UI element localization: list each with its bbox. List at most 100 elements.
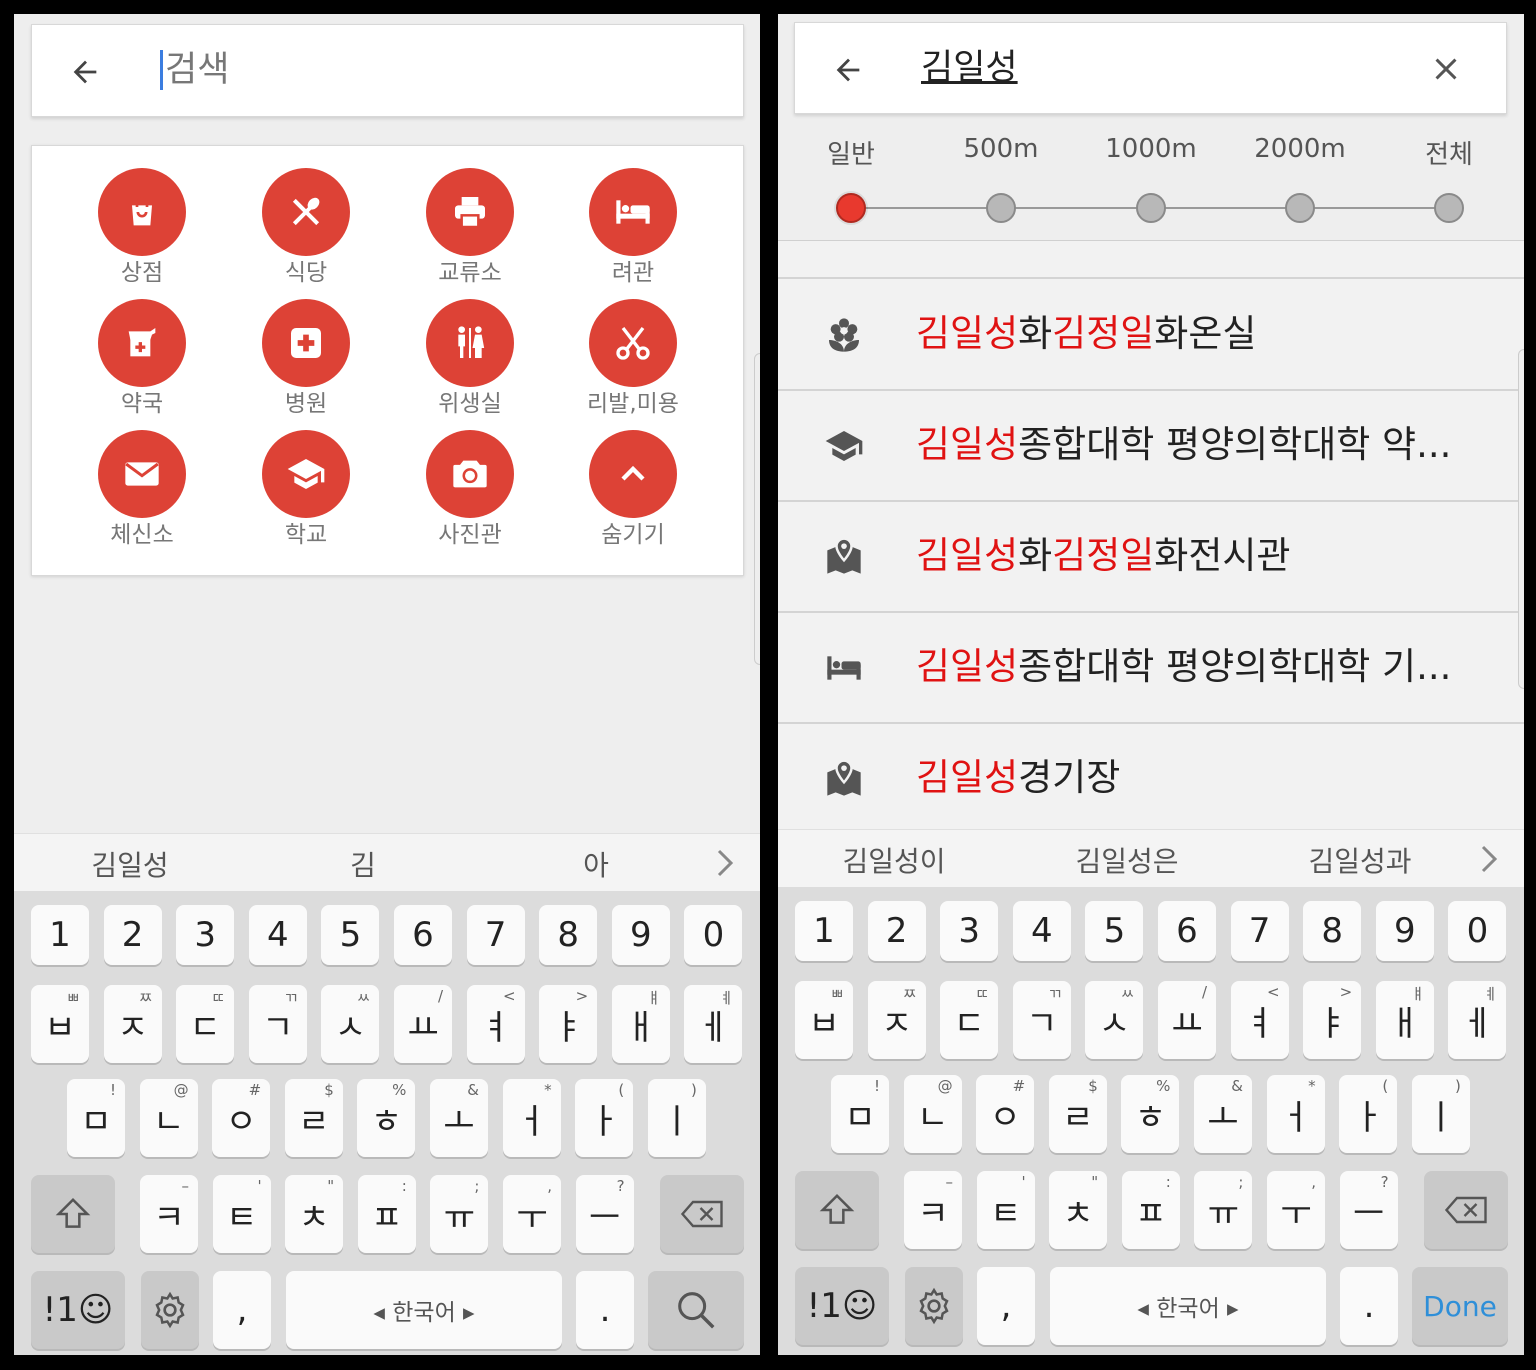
key-jamo[interactable]: ㅏ( <box>575 1079 634 1157</box>
search-input[interactable]: 검색 <box>160 47 230 93</box>
distance-label[interactable]: 1000m <box>1076 134 1226 164</box>
key-jamo[interactable]: ㅛ / <box>1158 981 1216 1059</box>
category-button[interactable] <box>589 168 677 256</box>
key-jamo[interactable]: ㅣ) <box>647 1079 706 1157</box>
category-camera[interactable]: 사진관 <box>400 430 540 548</box>
key-1[interactable]: 1 <box>31 905 89 965</box>
category-button[interactable] <box>262 299 350 387</box>
key-3[interactable]: 3 <box>940 901 999 961</box>
category-button[interactable] <box>426 168 514 256</box>
key-8[interactable]: 8 <box>1303 901 1362 961</box>
category-button[interactable] <box>589 430 677 518</box>
symbols-key[interactable]: !1☺ <box>31 1271 125 1349</box>
key-jamo[interactable]: ㅈㅉ <box>103 985 162 1063</box>
category-button[interactable] <box>262 430 350 518</box>
settings-key[interactable] <box>905 1267 963 1345</box>
settings-key[interactable] <box>141 1271 199 1349</box>
key-jamo[interactable]: ㅇ # <box>212 1079 271 1157</box>
key-0[interactable]: 0 <box>684 905 743 965</box>
key-jamo[interactable]: ㄹ $ <box>1048 1075 1107 1153</box>
key-4[interactable]: 4 <box>248 905 307 965</box>
key-6[interactable]: 6 <box>1158 901 1216 961</box>
suggestion-item[interactable]: 김일성이 <box>794 840 994 880</box>
key-jamo[interactable]: ㅈㅉ <box>867 981 926 1059</box>
distance-label[interactable]: 2000m <box>1225 134 1375 164</box>
distance-stop-knob[interactable] <box>986 193 1016 223</box>
key-8[interactable]: 8 <box>539 905 598 965</box>
key-jamo[interactable]: ㅋ – <box>140 1175 198 1253</box>
result-row[interactable]: 김일성종합대학 평양의학대학 기... <box>778 614 1524 724</box>
distance-stop-knob[interactable] <box>1285 193 1315 223</box>
back-arrow-icon[interactable] <box>831 53 865 87</box>
key-jamo[interactable]: ㅣ) <box>1411 1075 1470 1153</box>
category-button[interactable] <box>426 430 514 518</box>
category-school[interactable]: 학교 <box>236 430 376 548</box>
category-button[interactable] <box>426 299 514 387</box>
search-bar[interactable]: 검색 <box>31 24 744 117</box>
key-jamo[interactable]: ㄴ @ <box>139 1079 198 1157</box>
suggestion-item[interactable]: 아 <box>496 844 696 884</box>
search-input[interactable]: 김일성 <box>921 45 1018 91</box>
distance-stop-knob[interactable] <box>1434 193 1464 223</box>
key-jamo[interactable]: ㅗ & <box>430 1079 488 1157</box>
key-jamo[interactable]: ㄷㄸ <box>940 981 999 1059</box>
category-restroom[interactable]: 위생실 <box>400 299 540 417</box>
key-jamo[interactable]: ㅑ > <box>539 985 598 1063</box>
key-9[interactable]: 9 <box>611 905 670 965</box>
shift-key[interactable] <box>795 1171 879 1249</box>
category-hospital[interactable]: 병원 <box>236 299 376 417</box>
key-2[interactable]: 2 <box>103 905 162 965</box>
suggestion-item[interactable]: 김일성은 <box>1027 840 1227 880</box>
key-5[interactable]: 5 <box>321 905 380 965</box>
key-5[interactable]: 5 <box>1085 901 1144 961</box>
category-pharmacy[interactable]: 약국 <box>72 299 212 417</box>
search-bar[interactable]: 김일성 <box>794 22 1507 114</box>
category-mail[interactable]: 체신소 <box>72 430 212 548</box>
comma-key[interactable]: , <box>213 1271 271 1349</box>
key-jamo[interactable]: ㅡ? <box>1339 1171 1398 1249</box>
key-jamo[interactable]: ㄴ @ <box>903 1075 962 1153</box>
close-icon[interactable] <box>1428 51 1464 87</box>
key-jamo[interactable]: ㄹ $ <box>284 1079 343 1157</box>
suggestion-item[interactable]: 김일성과 <box>1260 840 1460 880</box>
key-jamo[interactable]: ㅕ < <box>466 985 525 1063</box>
result-row[interactable]: 김일성화김정일화전시관 <box>778 503 1524 613</box>
key-4[interactable]: 4 <box>1012 901 1071 961</box>
space-key[interactable]: ◂ 한국어 ▸ <box>1050 1267 1326 1345</box>
category-restaurant[interactable]: 식당 <box>236 168 376 286</box>
distance-label[interactable]: 전체 <box>1374 134 1524 171</box>
key-jamo[interactable]: ㄱㄲ <box>248 985 307 1063</box>
key-jamo[interactable]: ㅎ% <box>357 1079 416 1157</box>
category-button[interactable] <box>98 168 186 256</box>
distance-stop-knob[interactable] <box>836 193 866 223</box>
key-jamo[interactable]: ㅎ% <box>1121 1075 1180 1153</box>
category-button[interactable] <box>98 430 186 518</box>
chevron-right-icon[interactable] <box>716 848 734 878</box>
chevron-right-icon[interactable] <box>1480 844 1498 874</box>
key-jamo[interactable]: ㅁ! <box>831 1075 889 1153</box>
result-row[interactable]: 김일성종합대학 평양의학대학 약... <box>778 392 1524 502</box>
key-jamo[interactable]: ㅔㅖ <box>1448 981 1507 1059</box>
result-row-partial[interactable] <box>778 241 1524 279</box>
key-2[interactable]: 2 <box>867 901 926 961</box>
key-jamo[interactable]: ㅅㅆ <box>1085 981 1144 1059</box>
distance-filter[interactable]: 일반 500m 1000m 2000m 전체 <box>778 124 1524 242</box>
key-jamo[interactable]: ㅡ? <box>575 1175 634 1253</box>
key-jamo[interactable]: ㅇ # <box>976 1075 1035 1153</box>
key-3[interactable]: 3 <box>176 905 235 965</box>
key-jamo[interactable]: ㅋ – <box>904 1171 962 1249</box>
category-shopping-bag[interactable]: 상점 <box>72 168 212 286</box>
backspace-key[interactable] <box>660 1175 744 1253</box>
key-jamo[interactable]: ㅂㅃ <box>795 981 853 1059</box>
category-button[interactable] <box>589 299 677 387</box>
key-jamo[interactable]: ㄱㄲ <box>1012 981 1071 1059</box>
key-jamo[interactable]: ㅜ, <box>1267 1171 1325 1249</box>
key-jamo[interactable]: ㅠ; <box>1194 1171 1253 1249</box>
key-jamo[interactable]: ㅓ * <box>1266 1075 1325 1153</box>
key-1[interactable]: 1 <box>795 901 853 961</box>
key-jamo[interactable]: ㅓ * <box>502 1079 561 1157</box>
key-jamo[interactable]: ㅛ / <box>394 985 452 1063</box>
result-row[interactable]: 김일성경기장 <box>778 725 1524 835</box>
key-7[interactable]: 7 <box>466 905 525 965</box>
key-0[interactable]: 0 <box>1448 901 1507 961</box>
